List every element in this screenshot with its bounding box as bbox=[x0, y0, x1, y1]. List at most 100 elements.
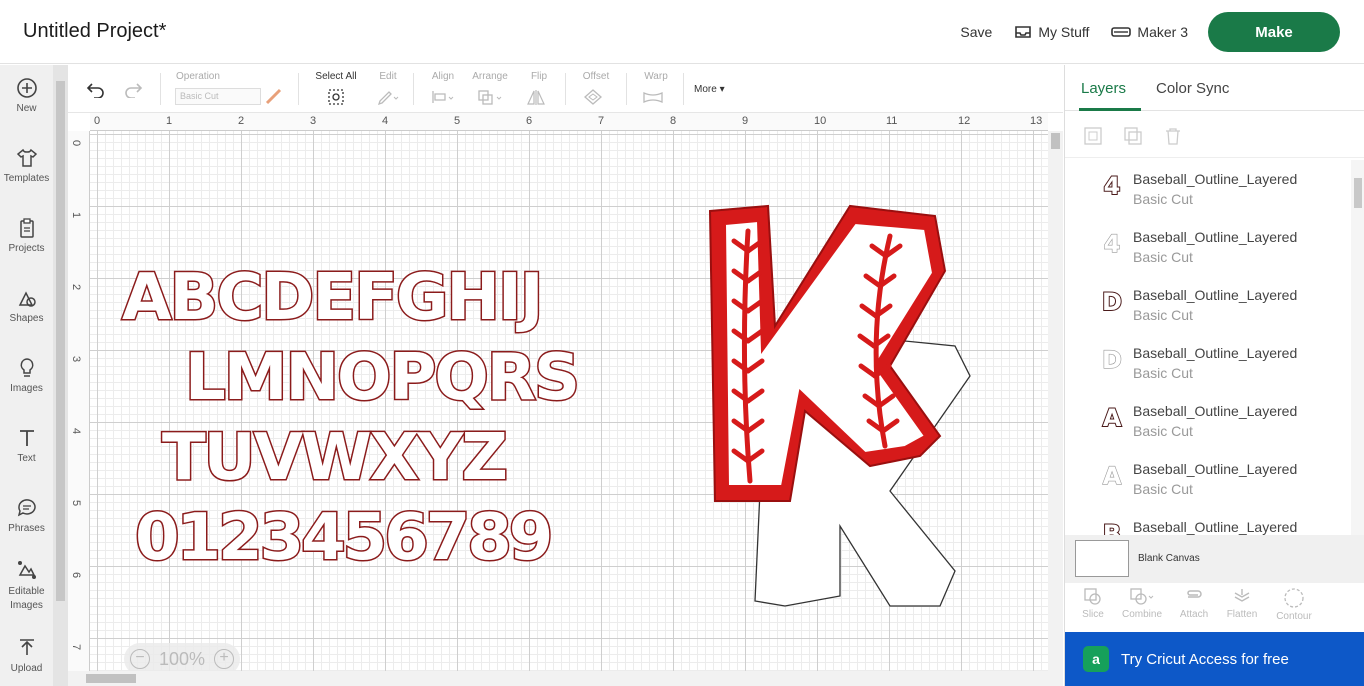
layer-list-scrollbar[interactable] bbox=[1351, 160, 1364, 535]
layer-thumbnail: A bbox=[1102, 461, 1122, 490]
sidebar-item-images[interactable]: Images bbox=[0, 357, 53, 394]
ruler-left-label: 7 bbox=[70, 643, 83, 651]
select-all-button[interactable]: Select All bbox=[313, 71, 359, 110]
toolbar-divider bbox=[298, 73, 299, 105]
pen-color-icon[interactable] bbox=[265, 87, 283, 105]
sidebar-item-label: Shapes bbox=[9, 313, 44, 324]
sidebar-item-shapes[interactable]: Shapes bbox=[0, 287, 53, 324]
sidebar-item-upload[interactable]: Upload bbox=[0, 637, 53, 674]
trash-icon[interactable] bbox=[1163, 126, 1183, 146]
number-row[interactable]: 0123456789 bbox=[133, 500, 554, 577]
warp-button[interactable]: Warp bbox=[640, 71, 672, 110]
undo-icon[interactable] bbox=[86, 82, 106, 98]
sidebar-item-new[interactable]: New bbox=[0, 77, 53, 114]
sidebar-scrollbar[interactable] bbox=[53, 65, 68, 686]
ruler-left: 0 1 2 3 4 5 6 7 bbox=[68, 131, 90, 671]
layer-row[interactable]: A Baseball_Outline_Layered Basic Cut bbox=[1065, 392, 1351, 450]
ruler-left-label: 0 bbox=[70, 139, 83, 147]
layer-operation: Basic Cut bbox=[1133, 365, 1193, 381]
save-label: Save bbox=[960, 24, 993, 40]
layer-row[interactable]: A Baseball_Outline_Layered Basic Cut bbox=[1065, 450, 1351, 508]
tab-color-sync[interactable]: Color Sync bbox=[1156, 80, 1229, 97]
offset-icon bbox=[584, 89, 602, 105]
layer-thumbnail: D bbox=[1101, 287, 1123, 317]
layer-thumbnail: B bbox=[1102, 519, 1122, 535]
operation-group: Operation bbox=[176, 71, 220, 83]
sidebar-item-templates[interactable]: Templates bbox=[0, 147, 53, 184]
project-title[interactable]: Untitled Project* bbox=[23, 20, 166, 43]
arrange-icon bbox=[478, 90, 502, 105]
layer-row[interactable]: 4 Baseball_Outline_Layered Basic Cut bbox=[1065, 160, 1351, 218]
operation-select[interactable]: Basic Cut bbox=[175, 88, 261, 105]
ruler-left-label: 4 bbox=[70, 427, 83, 435]
sidebar-item-editable-images[interactable]: Editable Images bbox=[0, 559, 53, 613]
blank-canvas-row[interactable]: Blank Canvas bbox=[1065, 535, 1364, 583]
ruler-top-label: 12 bbox=[958, 115, 971, 127]
save-button[interactable]: Save bbox=[960, 24, 992, 40]
canvas-grid[interactable]: ABCDEFGHIJ LMNOPQRS TUVWXYZ 0123456789 −… bbox=[90, 131, 1048, 671]
layer-name: Baseball_Outline_Layered bbox=[1133, 345, 1298, 361]
canvas-horizontal-scrollbar[interactable] bbox=[68, 671, 1063, 686]
attach-button[interactable]: Attach bbox=[1169, 587, 1219, 620]
duplicate-icon[interactable] bbox=[1123, 126, 1143, 146]
flip-label: Flip bbox=[530, 71, 548, 82]
upload-icon bbox=[19, 639, 34, 655]
cricut-access-banner[interactable]: a Try Cricut Access for free bbox=[1065, 632, 1364, 686]
edit-button[interactable]: Edit bbox=[373, 71, 403, 110]
layer-thumbnail: A bbox=[1102, 403, 1123, 433]
scrollbar-thumb[interactable] bbox=[1354, 178, 1362, 208]
panel-tabs: Layers Color Sync bbox=[1065, 65, 1364, 111]
ruler-top-label: 7 bbox=[598, 115, 605, 127]
canvas-vertical-scrollbar[interactable] bbox=[1048, 131, 1063, 671]
bottom-tools: Slice Combine Attach Flatten Contour bbox=[1065, 583, 1364, 631]
zoom-out-button[interactable]: − bbox=[130, 649, 150, 669]
top-actions: Save My Stuff Maker 3 Make bbox=[938, 12, 1340, 52]
zoom-level: 100% bbox=[158, 648, 206, 669]
layer-operation: Basic Cut bbox=[1133, 249, 1193, 265]
align-label: Align bbox=[431, 71, 455, 82]
active-tab-indicator bbox=[1079, 108, 1141, 111]
combine-button[interactable]: Combine bbox=[1117, 587, 1167, 620]
layer-row[interactable]: 4 Baseball_Outline_Layered Basic Cut bbox=[1065, 218, 1351, 276]
machine-label: Maker 3 bbox=[1137, 24, 1188, 40]
layer-name: Baseball_Outline_Layered bbox=[1133, 171, 1298, 187]
machine-select[interactable]: Maker 3 bbox=[1111, 24, 1188, 40]
canvas-swatch[interactable] bbox=[1075, 540, 1129, 577]
cricut-access-icon: a bbox=[1083, 646, 1109, 672]
layer-row[interactable]: BBaseball_Outline_LayeredBasic Cut bbox=[1065, 508, 1351, 535]
arrange-button[interactable]: Arrange bbox=[470, 71, 510, 110]
sidebar-item-phrases[interactable]: Phrases bbox=[0, 497, 53, 534]
my-stuff-button[interactable]: My Stuff bbox=[1014, 24, 1089, 40]
zoom-in-button[interactable]: + bbox=[213, 649, 234, 669]
scrollbar-thumb[interactable] bbox=[1051, 133, 1060, 149]
scrollbar-thumb[interactable] bbox=[56, 81, 65, 601]
alphabet-row-3[interactable]: TUVWXYZ bbox=[161, 420, 510, 497]
flip-button[interactable]: Flip bbox=[524, 71, 554, 110]
slice-button[interactable]: Slice bbox=[1068, 587, 1118, 620]
alphabet-row-2[interactable]: LMNOPQRS bbox=[183, 340, 581, 417]
operation-label: Operation bbox=[176, 71, 220, 82]
sidebar-item-label: Text bbox=[17, 453, 36, 464]
sidebar-item-text[interactable]: Text bbox=[0, 427, 53, 464]
make-button[interactable]: Make bbox=[1208, 12, 1340, 52]
tab-layers[interactable]: Layers bbox=[1081, 80, 1126, 97]
design-canvas[interactable]: 0 1 2 3 4 5 6 7 8 9 10 11 12 13 01234567 ABCDEFGHIJ L… bbox=[68, 113, 1063, 686]
contour-button[interactable]: Contour bbox=[1269, 587, 1319, 622]
alphabet-row-1[interactable]: ABCDEFGHIJ bbox=[121, 260, 546, 337]
layer-row[interactable]: D Baseball_Outline_Layered Basic Cut bbox=[1065, 334, 1351, 392]
offset-button[interactable]: Offset bbox=[580, 71, 612, 110]
select-all-label: Select All bbox=[315, 71, 357, 82]
letter-k-group[interactable] bbox=[690, 191, 990, 631]
ruler-top-label: 0 bbox=[94, 115, 101, 127]
more-button[interactable]: More ▾ bbox=[694, 84, 725, 95]
scrollbar-thumb[interactable] bbox=[86, 674, 136, 683]
layer-row[interactable]: D Baseball_Outline_Layered Basic Cut bbox=[1065, 276, 1351, 334]
toolbar-divider bbox=[565, 73, 566, 105]
group-icon[interactable] bbox=[1083, 126, 1103, 146]
warp-icon bbox=[643, 92, 663, 103]
redo-icon[interactable] bbox=[123, 82, 143, 98]
align-button[interactable]: Align bbox=[428, 71, 458, 110]
layer-operation: Basic Cut bbox=[1133, 307, 1193, 323]
flatten-button[interactable]: Flatten bbox=[1217, 587, 1267, 620]
sidebar-item-projects[interactable]: Projects bbox=[0, 217, 53, 254]
